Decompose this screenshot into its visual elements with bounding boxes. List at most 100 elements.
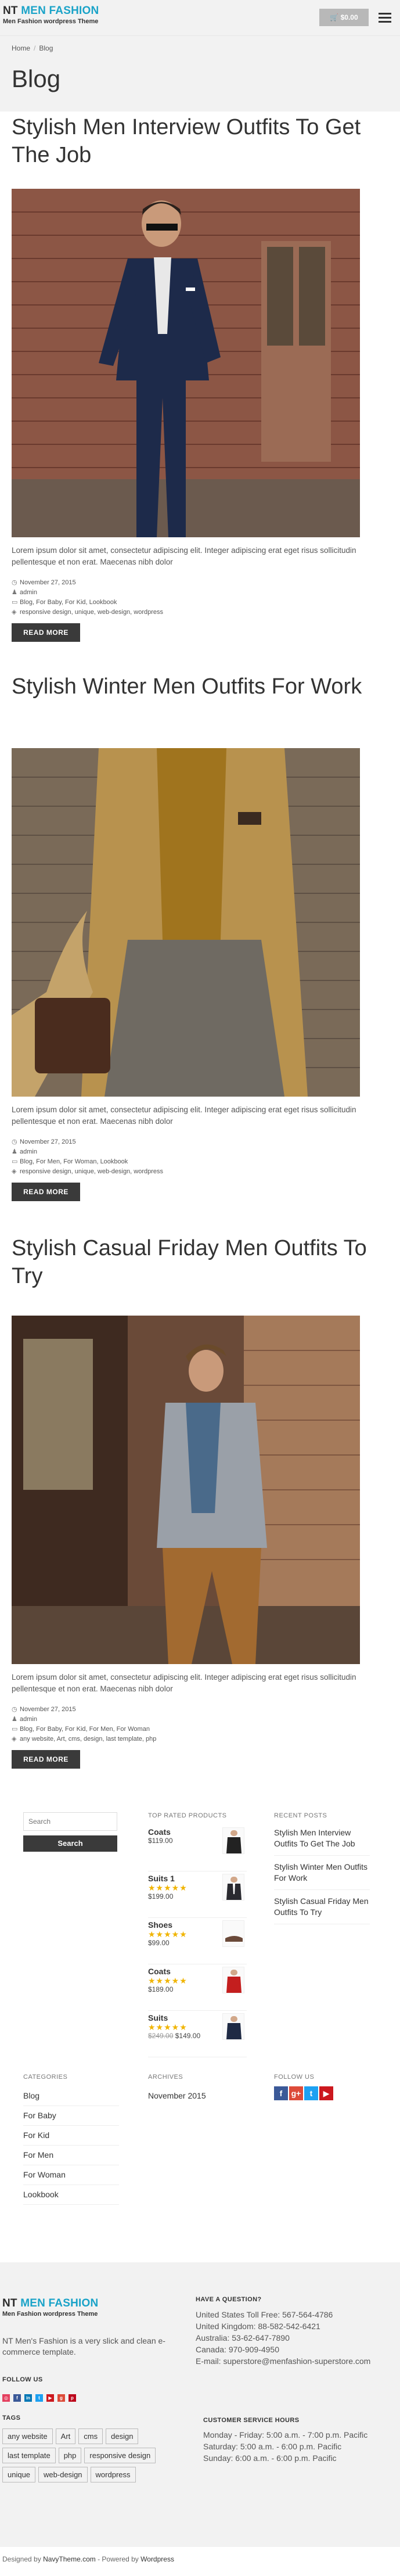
- recent-post-link[interactable]: Stylish Men Interview Outfits To Get The…: [274, 1825, 370, 1856]
- product-thumbnail[interactable]: [222, 2013, 244, 2040]
- footer-logo[interactable]: NT MEN FASHION Men Fashion wordpress The…: [2, 2297, 98, 2318]
- tag-link[interactable]: php: [58, 2448, 82, 2463]
- post-author[interactable]: admin: [20, 589, 37, 596]
- breadcrumb-home-link[interactable]: Home: [12, 44, 30, 52]
- read-more-button[interactable]: READ MORE: [12, 1183, 80, 1201]
- widget-title: ARCHIVES: [148, 2074, 183, 2081]
- logo-tagline: Men Fashion wordpress Theme: [2, 2311, 98, 2318]
- contact-email[interactable]: E-mail: superstore@menfashion-superstore…: [196, 2355, 393, 2367]
- cart-icon: 🛒: [330, 13, 339, 21]
- widget-title: CATEGORIES: [23, 2074, 68, 2081]
- product-item[interactable]: Coats $119.00: [148, 1825, 247, 1871]
- google-plus-icon[interactable]: g+: [289, 2086, 303, 2100]
- folder-icon: ▭: [12, 1158, 18, 1165]
- instagram-icon[interactable]: ◎: [2, 2394, 10, 2402]
- post-3: Stylish Casual Friday Men Outfits To Try…: [12, 1234, 389, 1769]
- recent-post-link[interactable]: Stylish Casual Friday Men Outfits To Try: [274, 1894, 370, 1924]
- tag-link[interactable]: unique: [2, 2467, 36, 2482]
- user-icon: ♟: [12, 1716, 17, 1723]
- google-plus-icon[interactable]: g: [57, 2394, 65, 2402]
- archive-link[interactable]: November 2015: [148, 2086, 244, 2106]
- post-excerpt: Lorem ipsum dolor sit amet, consectetur …: [12, 1673, 356, 1693]
- calendar-icon: ◷: [12, 1706, 17, 1713]
- user-icon: ♟: [12, 1148, 17, 1155]
- page-title: Blog: [12, 65, 61, 92]
- recent-post-link[interactable]: Stylish Winter Men Outfits For Work: [274, 1859, 370, 1890]
- post-author[interactable]: admin: [20, 1148, 37, 1155]
- widget-title: FOLLOW US: [274, 2074, 315, 2081]
- post-categories[interactable]: Blog, For Baby, For Kid, For Men, For Wo…: [20, 1726, 150, 1733]
- post-image[interactable]: [12, 189, 360, 537]
- post-tags[interactable]: responsive design, unique, web-design, w…: [20, 1168, 163, 1175]
- categories-widget: CATEGORIES Blog For Baby For Kid For Men…: [23, 2074, 119, 2205]
- search-input[interactable]: [23, 1812, 117, 1831]
- read-more-button[interactable]: READ MORE: [12, 623, 80, 642]
- post-title[interactable]: Stylish Men Interview Outfits To Get The…: [12, 113, 389, 169]
- calendar-icon: ◷: [12, 1138, 17, 1145]
- tag-link[interactable]: last template: [2, 2448, 56, 2463]
- post-image[interactable]: [12, 748, 360, 1097]
- post-meta: ◷ November 27, 2015 ♟ admin ▭ Blog, For Bab…: [12, 578, 163, 617]
- product-thumbnail[interactable]: [222, 1920, 244, 1947]
- logo-nt: NT: [3, 5, 18, 17]
- follow-us-widget: FOLLOW US f g+ t ▶: [274, 2074, 370, 2100]
- category-link[interactable]: For Kid: [23, 2126, 119, 2146]
- linkedin-icon[interactable]: in: [24, 2394, 32, 2402]
- post-image[interactable]: [12, 1316, 360, 1664]
- twitter-icon[interactable]: t: [35, 2394, 43, 2402]
- category-link[interactable]: For Baby: [23, 2106, 119, 2126]
- copyright-prefix: Designed by: [2, 2555, 41, 2563]
- product-thumbnail[interactable]: [222, 1967, 244, 1993]
- post-categories[interactable]: Blog, For Baby, For Kid, Lookbook: [20, 599, 117, 606]
- post-title[interactable]: Stylish Casual Friday Men Outfits To Try: [12, 1234, 389, 1290]
- post-author[interactable]: admin: [20, 1716, 37, 1723]
- widget-title: RECENT POSTS: [274, 1812, 327, 1819]
- post-date[interactable]: November 27, 2015: [20, 579, 76, 586]
- tag-link[interactable]: any website: [2, 2428, 53, 2444]
- tag-link[interactable]: Art: [55, 2428, 76, 2444]
- read-more-button[interactable]: READ MORE: [12, 1750, 80, 1769]
- tag-link[interactable]: cms: [78, 2428, 103, 2444]
- facebook-icon[interactable]: f: [13, 2394, 21, 2402]
- product-item[interactable]: Shoes ★★★★★ $99.00: [148, 1918, 247, 1964]
- hours-line: Sunday: 6:00 a.m. - 6:00 p.m. Pacific: [203, 2453, 337, 2463]
- post-title[interactable]: Stylish Winter Men Outfits For Work: [12, 673, 389, 700]
- product-thumbnail[interactable]: [222, 1827, 244, 1854]
- post-2: Stylish Winter Men Outfits For Work Lore…: [12, 673, 389, 1201]
- post-date[interactable]: November 27, 2015: [20, 1706, 76, 1713]
- category-link[interactable]: For Men: [23, 2146, 119, 2165]
- hours-line: Monday - Friday: 5:00 a.m. - 7:00 p.m. P…: [203, 2430, 368, 2440]
- wordpress-link[interactable]: Wordpress: [140, 2555, 174, 2563]
- designer-link[interactable]: NavyTheme.com: [43, 2555, 96, 2563]
- tag-link[interactable]: responsive design: [84, 2448, 156, 2463]
- tag-link[interactable]: design: [106, 2428, 139, 2444]
- menu-toggle-icon[interactable]: [379, 13, 391, 23]
- search-button[interactable]: Search: [23, 1835, 117, 1852]
- site-logo[interactable]: NT MEN FASHION Men Fashion wordpress The…: [3, 5, 99, 25]
- product-item[interactable]: Coats ★★★★★ $189.00: [148, 1964, 247, 2011]
- twitter-icon[interactable]: t: [304, 2086, 318, 2100]
- post-categories[interactable]: Blog, For Men, For Woman, Lookbook: [20, 1158, 128, 1165]
- post-excerpt: Lorem ipsum dolor sit amet, consectetur …: [12, 546, 356, 566]
- post-date[interactable]: November 27, 2015: [20, 1138, 76, 1145]
- cart-button[interactable]: 🛒 $0.00: [319, 9, 369, 26]
- category-link[interactable]: Lookbook: [23, 2185, 119, 2205]
- post-tags[interactable]: any website, Art, cms, design, last temp…: [20, 1736, 156, 1743]
- youtube-icon[interactable]: ▶: [319, 2086, 333, 2100]
- product-item[interactable]: Suits ★★★★★ $249.00 $149.00: [148, 2011, 247, 2057]
- tag-link[interactable]: wordpress: [90, 2467, 136, 2482]
- category-link[interactable]: For Woman: [23, 2165, 119, 2185]
- facebook-icon[interactable]: f: [274, 2086, 288, 2100]
- youtube-icon[interactable]: ▶: [46, 2394, 54, 2402]
- tag-link[interactable]: web-design: [38, 2467, 88, 2482]
- product-item[interactable]: Suits 1 ★★★★★ $199.00: [148, 1871, 247, 1918]
- tag-cloud: any website Art cms design last template php r…: [2, 2428, 194, 2486]
- product-thumbnail[interactable]: [222, 1874, 244, 1900]
- footer-contact: United States Toll Free: 567-564-4786 Un…: [196, 2309, 393, 2367]
- post-tags[interactable]: responsive design, unique, web-design, w…: [20, 609, 163, 616]
- footer-social-icons: ◎ f in t ▶ g p: [2, 2392, 80, 2402]
- category-link[interactable]: Blog: [23, 2086, 119, 2106]
- post-meta: ◷ November 27, 2015 ♟ admin ▭ Blog, For Bab…: [12, 1705, 156, 1744]
- pinterest-icon[interactable]: p: [69, 2394, 76, 2402]
- post-1: Stylish Men Interview Outfits To Get The…: [12, 113, 389, 642]
